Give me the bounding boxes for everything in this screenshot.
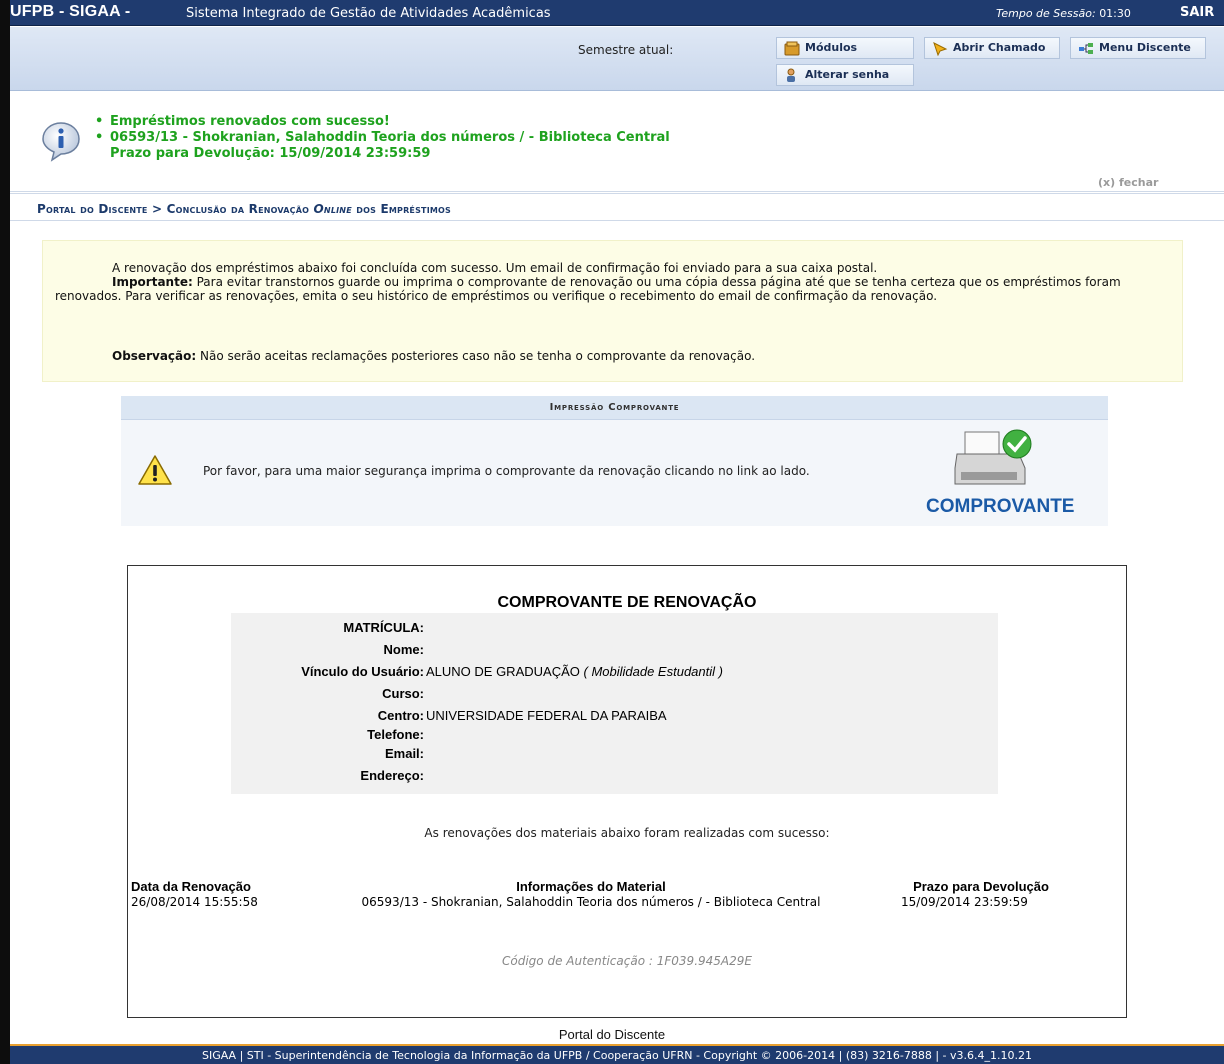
breadcrumb-portal[interactable]: Portal do Discente <box>37 202 148 216</box>
field-label: Nome: <box>383 642 424 657</box>
field-telefone: Telefone: <box>231 727 998 744</box>
session-label: Tempo de Sessão: <box>996 7 1096 20</box>
field-label: Centro: <box>377 708 424 723</box>
alterar-senha-label: Alterar senha <box>805 68 890 81</box>
left-edge-strip <box>0 0 10 1064</box>
field-label: Curso: <box>382 686 424 701</box>
session-time: 01:30 <box>1099 7 1131 20</box>
notice-important: Importante: Para evitar transtornos guar… <box>55 275 1165 303</box>
table-cell: 15/09/2014 23:59:59 <box>901 895 1028 909</box>
user-key-icon <box>787 68 795 82</box>
menu-discente-label: Menu Discente <box>1099 41 1191 54</box>
system-brand: UFPB - SIGAA - <box>10 3 131 20</box>
field-label: Email: <box>384 746 424 761</box>
impressao-panel: Impressão Comprovante Por favor, para um… <box>121 396 1108 526</box>
field-endereco: Endereço: <box>231 768 998 785</box>
table-header-row: Data da Renovação Informações do Materia… <box>131 879 1081 894</box>
impressao-message: Por favor, para uma maior segurança impr… <box>203 464 810 478</box>
breadcrumb-page-em: Online <box>313 202 352 216</box>
observation-text: Não serão aceitas reclamações posteriore… <box>200 349 756 363</box>
footer-copyright: SIGAA | STI - Superintendência de Tecnol… <box>201 1049 1033 1062</box>
column-header: Data da Renovação <box>131 879 251 894</box>
notice-observation: Observação: Não serão aceitas reclamaçõe… <box>112 349 755 363</box>
vinculo-value: ALUNO DE GRADUAÇÃO <box>426 664 580 679</box>
session-timer: Tempo de Sessão: 01:30 <box>996 7 1131 20</box>
observation-label: Observação: <box>112 349 197 363</box>
field-label: Telefone: <box>367 727 424 742</box>
message-box: Empréstimos renovados com sucesso! 06593… <box>10 92 1224 202</box>
message-prazo: Prazo para Devolução: 15/09/2014 23:59:5… <box>110 146 431 161</box>
info-icon <box>42 122 80 162</box>
breadcrumb-separator: > <box>151 202 163 216</box>
field-email: Email: <box>231 746 998 763</box>
message-material: 06593/13 - Shokranian, Salahoddin Teoria… <box>110 130 670 145</box>
vinculo-extra: ( Mobilidade Estudantil ) <box>583 664 723 679</box>
field-vinculo: Vínculo do Usuário: ALUNO DE GRADUAÇÃO (… <box>231 664 998 681</box>
notice-box: A renovação dos empréstimos abaixo foi c… <box>42 240 1183 382</box>
impressao-caption: Impressão Comprovante <box>121 396 1108 420</box>
printer-icon[interactable] <box>951 428 1041 490</box>
semestre-label: Semestre atual: <box>578 43 674 57</box>
logout-link[interactable]: SAIR <box>1180 5 1214 20</box>
modulos-button[interactable]: Módulos <box>776 37 914 59</box>
field-label: MATRÍCULA: <box>343 620 424 635</box>
table-row: 26/08/2014 15:55:58 06593/13 - Shokrania… <box>131 894 1081 909</box>
top-bar: UFPB - SIGAA - Sistema Integrado de Gest… <box>10 0 1224 26</box>
breadcrumb-page-post: dos Empréstimos <box>356 202 452 216</box>
column-header: Prazo para Devolução <box>913 879 1049 894</box>
comprovante-link[interactable]: COMPROVANTE <box>926 496 1074 518</box>
abrir-chamado-label: Abrir Chamado <box>953 41 1046 54</box>
message-item: 06593/13 - Shokranian, Salahoddin Teoria… <box>90 130 670 162</box>
field-label: Vínculo do Usuário: <box>301 664 424 679</box>
field-centro: Centro: UNIVERSIDADE FEDERAL DA PARAIBA <box>231 708 998 725</box>
table-cell: 06593/13 - Shokranian, Salahoddin Teoria… <box>361 895 821 909</box>
field-matricula: MATRÍCULA: <box>231 620 998 637</box>
notice-line1: A renovação dos empréstimos abaixo foi c… <box>112 261 878 275</box>
important-text: Para evitar transtornos guarde ou imprim… <box>55 275 1121 303</box>
modulos-label: Módulos <box>805 41 858 54</box>
important-label: Importante: <box>112 275 193 289</box>
breadcrumb-page-pre: Conclusão da Renovação <box>166 202 310 216</box>
receipt-fields: MATRÍCULA: Nome: Vínculo do Usuário: ALU… <box>231 613 998 794</box>
renewal-receipt: COMPROVANTE DE RENOVAÇÃO MATRÍCULA: Nome… <box>127 565 1127 1018</box>
field-value: ALUNO DE GRADUAÇÃO ( Mobilidade Estudant… <box>426 664 723 679</box>
success-messages: Empréstimos renovados com sucesso! 06593… <box>90 114 670 162</box>
message-item: Empréstimos renovados com sucesso! <box>90 114 670 130</box>
receipt-title: COMPROVANTE DE RENOVAÇÃO <box>497 594 757 611</box>
warning-icon <box>138 455 172 485</box>
breadcrumb-text: Portal do Discente > Conclusão da Renova… <box>37 202 451 216</box>
auth-value: 1F039.945A29E <box>656 954 752 968</box>
field-label: Endereço: <box>360 768 424 783</box>
field-nome: Nome: <box>231 642 998 659</box>
column-header: Informações do Material <box>516 879 666 894</box>
renewals-table: Data da Renovação Informações do Materia… <box>131 879 1081 909</box>
menu-discente-button[interactable]: Menu Discente <box>1070 37 1206 59</box>
auth-label: Código de Autenticação : <box>502 954 653 968</box>
menu-row: Semestre atual: Módulos Abrir Chamado Me… <box>10 27 1224 91</box>
modules-icon <box>784 41 800 56</box>
field-curso: Curso: <box>231 686 998 703</box>
abrir-chamado-button[interactable]: Abrir Chamado <box>924 37 1060 59</box>
authentication-code: Código de Autenticação : 1F039.945A29E <box>128 954 1126 968</box>
field-value: UNIVERSIDADE FEDERAL DA PARAIBA <box>426 708 667 723</box>
system-name: Sistema Integrado de Gestão de Atividade… <box>186 6 551 21</box>
receipt-intro: As renovações dos materiais abaixo foram… <box>424 826 830 840</box>
menu-network-icon <box>1079 43 1093 54</box>
alterar-senha-button[interactable]: Alterar senha <box>776 64 914 86</box>
breadcrumb: Portal do Discente > Conclusão da Renova… <box>10 193 1224 221</box>
chamado-icon <box>933 42 948 56</box>
table-cell: 26/08/2014 15:55:58 <box>131 895 258 909</box>
footer-bar: SIGAA | STI - Superintendência de Tecnol… <box>10 1044 1224 1064</box>
portal-discente-link[interactable]: Portal do Discente <box>0 1027 1224 1042</box>
